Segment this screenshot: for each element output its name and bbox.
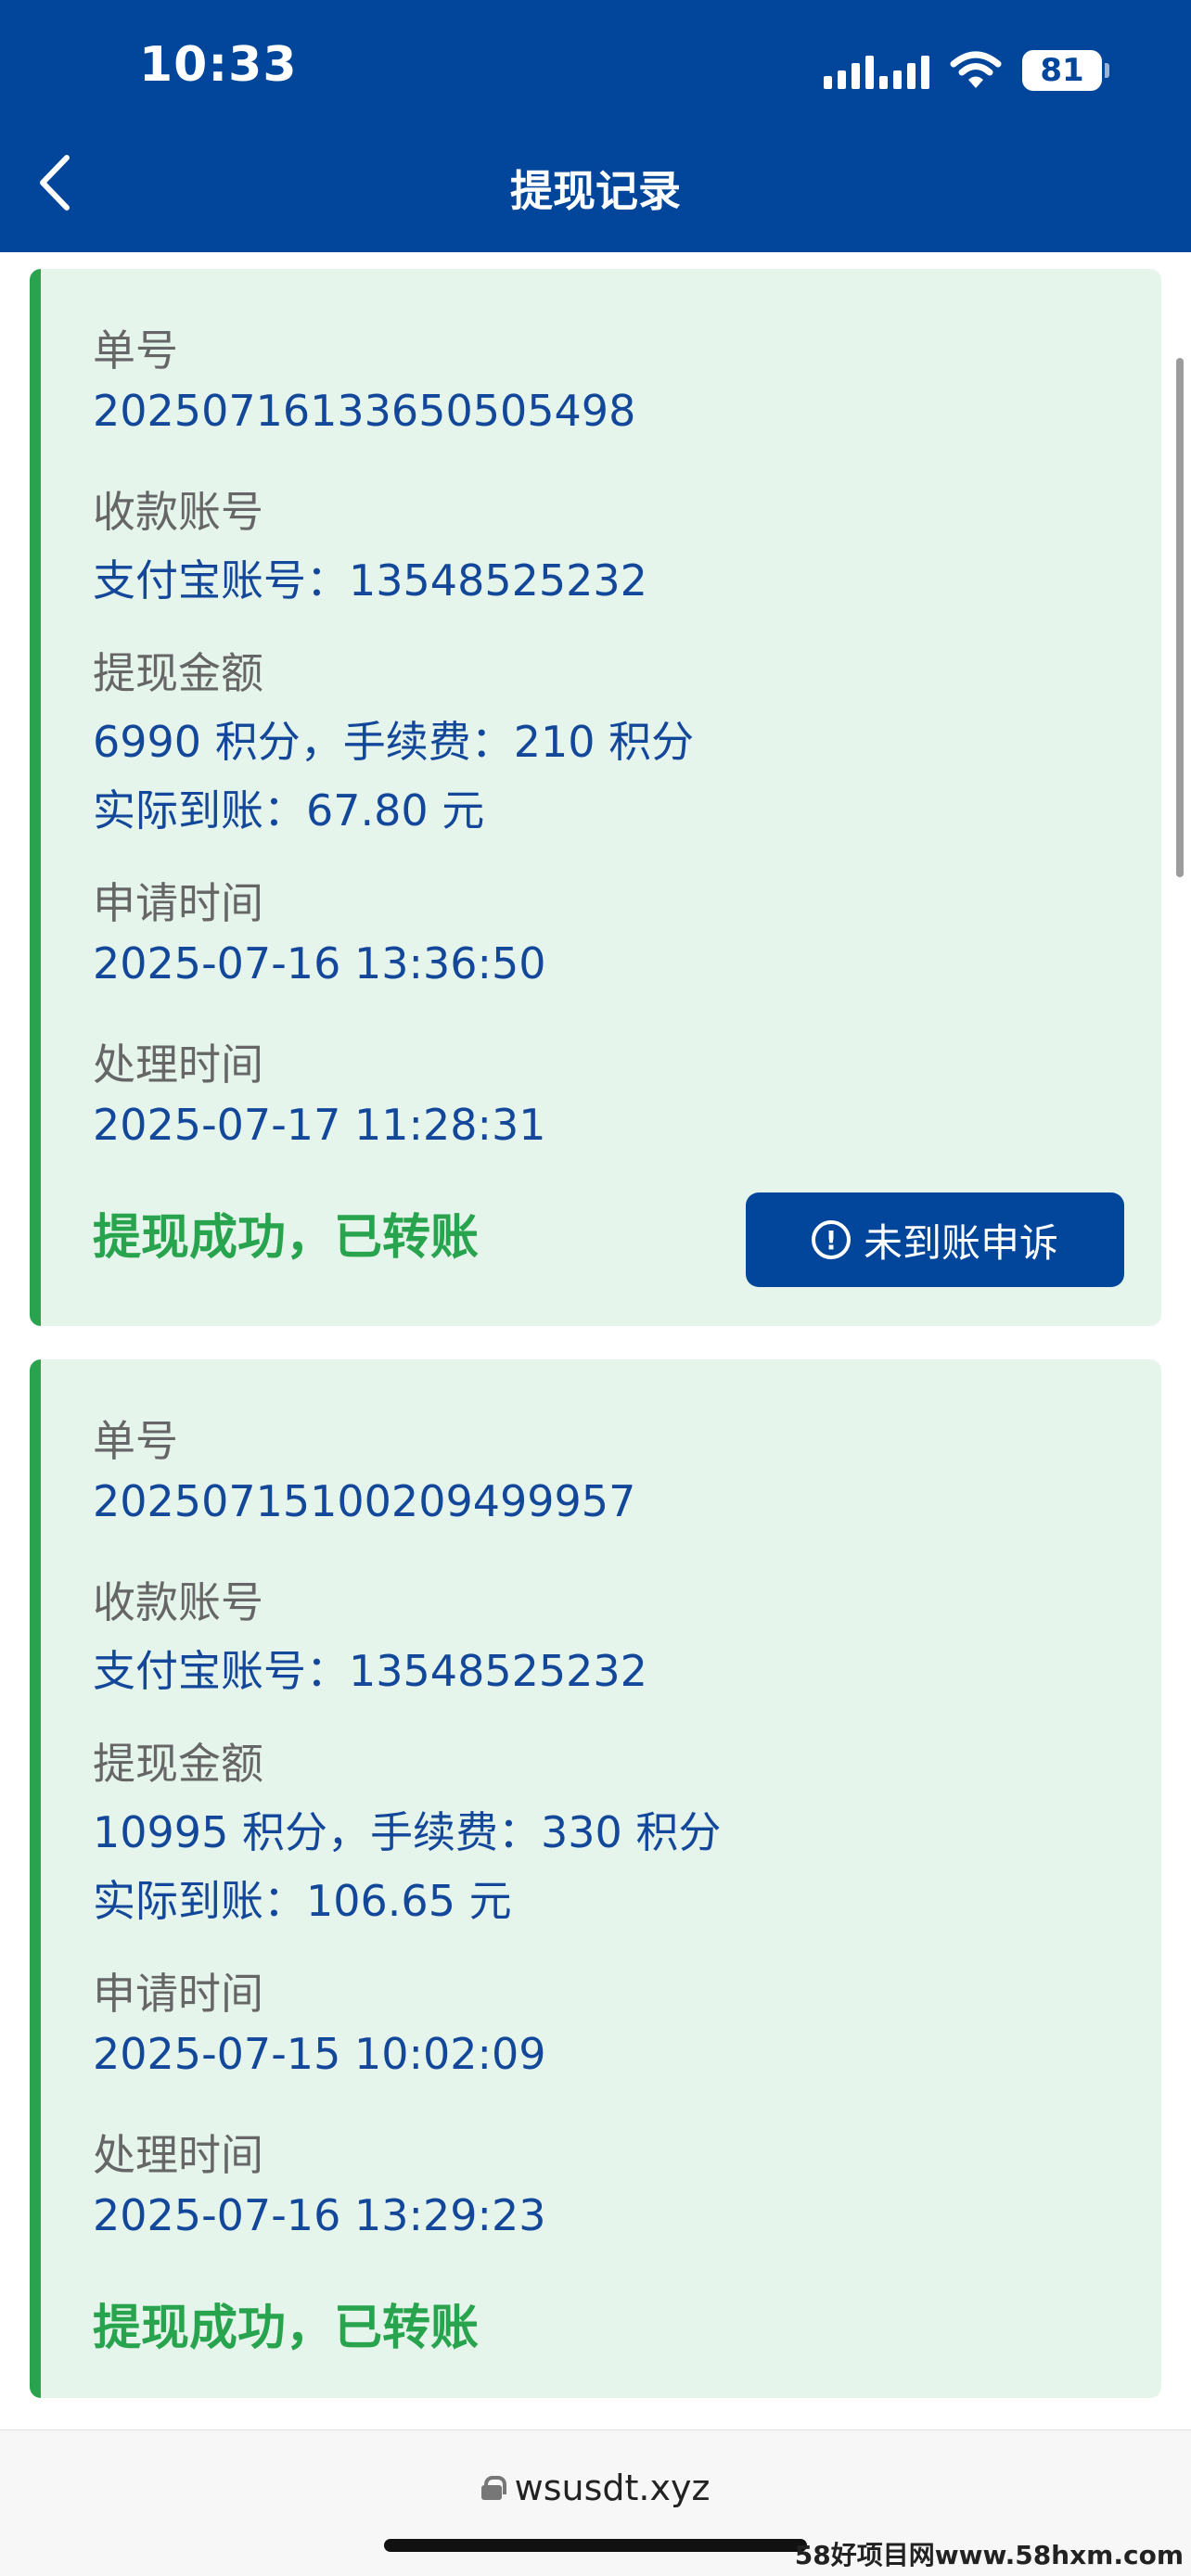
apply-time-label: 申请时间 bbox=[93, 878, 263, 928]
watermark: 58好项目网www.58hxm.com bbox=[794, 2540, 1184, 2570]
appeal-button[interactable]: ! 未到账申诉 bbox=[746, 1192, 1124, 1287]
apply-time-value: 2025-07-15 10:02:09 bbox=[93, 2029, 546, 2079]
status-icons: 81 bbox=[824, 46, 1109, 95]
order-label: 单号 bbox=[93, 325, 178, 376]
actual-value: 实际到账：67.80 元 bbox=[93, 785, 485, 835]
actual-value: 实际到账：106.65 元 bbox=[93, 1876, 512, 1926]
signal-icon bbox=[824, 52, 929, 89]
page-title: 提现记录 bbox=[510, 166, 681, 216]
process-time-label: 处理时间 bbox=[93, 2130, 263, 2180]
order-label: 单号 bbox=[93, 1416, 178, 1466]
account-value: 支付宝账号：13548525232 bbox=[93, 555, 647, 606]
account-label: 收款账号 bbox=[93, 1577, 263, 1627]
status-badge: 提现成功，已转账 bbox=[93, 1210, 480, 1266]
scrollbar[interactable] bbox=[1176, 358, 1184, 877]
withdraw-record-card: 单号 20250716133650505498 收款账号 支付宝账号：13548… bbox=[30, 269, 1161, 1326]
amount-value: 6990 积分，手续费：210 积分 bbox=[93, 717, 695, 767]
order-value: 20250715100209499957 bbox=[93, 1476, 636, 1526]
wifi-icon bbox=[950, 51, 1002, 90]
lock-icon bbox=[480, 2476, 506, 2500]
withdraw-record-card: 单号 20250715100209499957 收款账号 支付宝账号：13548… bbox=[30, 1359, 1161, 2398]
status-time: 10:33 bbox=[139, 37, 298, 93]
amount-label: 提现金额 bbox=[93, 648, 263, 698]
process-time-label: 处理时间 bbox=[93, 1039, 263, 1090]
status-badge: 提现成功，已转账 bbox=[93, 2301, 480, 2356]
account-label: 收款账号 bbox=[93, 487, 263, 537]
appeal-button-label: 未到账申诉 bbox=[863, 1219, 1058, 1266]
order-value: 20250716133650505498 bbox=[93, 386, 636, 436]
home-indicator[interactable] bbox=[384, 2539, 807, 2552]
url-text: wsusdt.xyz bbox=[514, 2468, 711, 2508]
battery-icon: 81 bbox=[1022, 50, 1109, 91]
exclamation-icon: ! bbox=[811, 1220, 851, 1259]
amount-label: 提现金额 bbox=[93, 1739, 263, 1789]
amount-value: 10995 积分，手续费：330 积分 bbox=[93, 1807, 722, 1857]
url-display[interactable]: wsusdt.xyz bbox=[0, 2468, 1191, 2508]
apply-time-label: 申请时间 bbox=[93, 1969, 263, 2019]
top-bar: 10:33 81 提现记录 bbox=[0, 0, 1191, 252]
process-time-value: 2025-07-16 13:29:23 bbox=[93, 2190, 546, 2240]
account-value: 支付宝账号：13548525232 bbox=[93, 1646, 647, 1696]
process-time-value: 2025-07-17 11:28:31 bbox=[93, 1100, 546, 1150]
apply-time-value: 2025-07-16 13:36:50 bbox=[93, 938, 546, 988]
